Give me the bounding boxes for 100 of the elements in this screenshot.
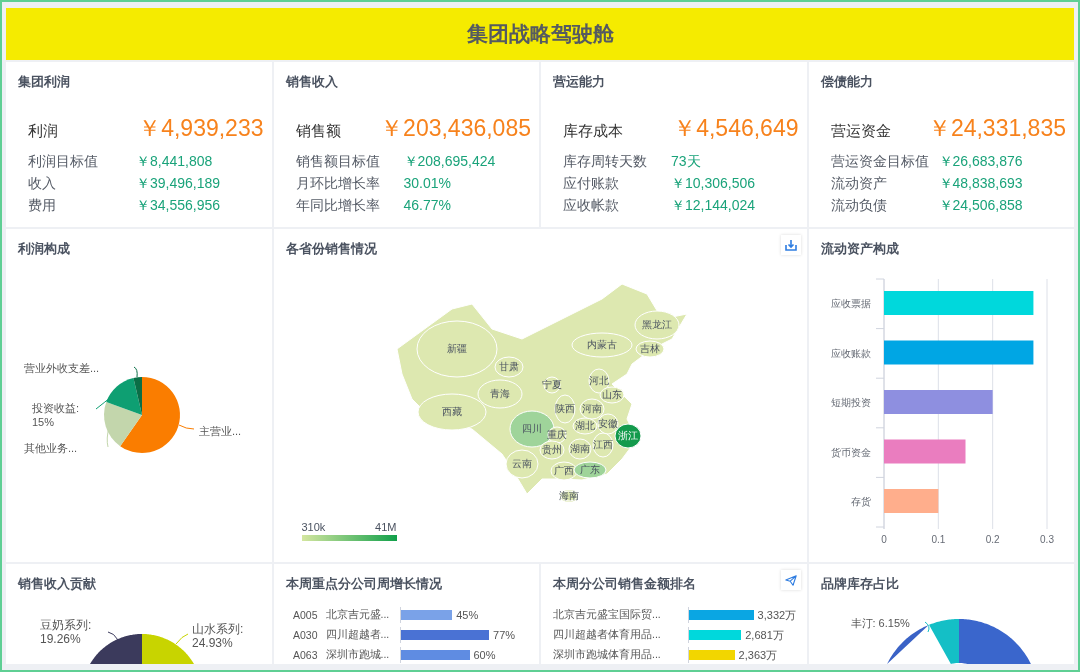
card-title: 销售收入 — [284, 74, 338, 91]
branch-name: 北京吉元盛... — [325, 608, 391, 622]
kpi-value: ￥4,939,233 — [138, 114, 264, 143]
branch-name: 四川超越者... — [325, 628, 391, 642]
metric-value: 73天 — [671, 152, 701, 171]
metric-label: 应付账款 — [563, 174, 620, 193]
axis-label: 货币资金 — [830, 446, 871, 458]
province-label: 四川 — [521, 422, 542, 436]
card-title: 本周重点分公司周增长情况 — [284, 576, 442, 593]
province-label: 江西 — [592, 438, 613, 452]
province-label: 黑龙江 — [641, 318, 672, 332]
province-label: 山东 — [601, 388, 622, 402]
card-title: 偿债能力 — [819, 74, 873, 91]
metric-value: ￥10,306,506 — [671, 174, 756, 193]
metric-label: 利润目标值 — [28, 152, 99, 171]
metric-label: 库存周转天数 — [563, 152, 648, 171]
branch-code: A063 — [291, 649, 319, 661]
branch-name: 深圳市跑城... — [325, 648, 391, 662]
axis-label: 存货 — [850, 496, 871, 507]
axis-label: 短期投资 — [830, 397, 871, 408]
card-title: 各省份销售情况 — [284, 241, 377, 258]
metric-value: ￥8,441,808 — [136, 152, 213, 171]
province-label: 云南 — [511, 457, 532, 471]
pie-label: 豆奶系列: 19.26% — [40, 618, 93, 646]
metric-label: 费用 — [28, 196, 57, 215]
tick-label: 0 — [880, 534, 887, 545]
card-title: 销售收入贡献 — [16, 576, 96, 593]
province-label: 安徽 — [597, 417, 618, 431]
metric-value: ￥34,556,956 — [136, 196, 221, 215]
metric-value: ￥39,496,189 — [136, 174, 221, 193]
card-title: 营运能力 — [552, 74, 605, 91]
tick-label: 0.1 — [930, 534, 945, 545]
branch-code: A030 — [291, 629, 319, 641]
province-label: 陕西 — [554, 402, 575, 416]
metric-value: 46.77% — [403, 196, 451, 215]
province-label: 甘肃 — [498, 360, 519, 374]
value-label: 60% — [473, 649, 496, 661]
province-label: 广东 — [579, 463, 600, 477]
province-label: 青海 — [489, 387, 510, 401]
metric-label: 应收帐款 — [563, 196, 620, 215]
axis-label: 应收账款 — [830, 347, 871, 359]
metric-value: ￥208,695,424 — [403, 152, 496, 171]
metric-value: 30.01% — [403, 174, 451, 193]
value-label: 45% — [456, 609, 479, 621]
card-title: 品牌库存占比 — [819, 576, 899, 593]
send-icon — [784, 574, 797, 586]
province-label: 湖北 — [574, 419, 595, 433]
metric-label: 收入 — [28, 174, 57, 193]
value-label: 3,332万 — [757, 607, 797, 623]
legend-max-label: 41M — [375, 521, 397, 533]
pie-label: 营业外收支差... — [24, 361, 100, 375]
leader-line — [107, 631, 119, 641]
pie-label: 主营业... — [199, 424, 242, 438]
value-label: 2,363万 — [738, 647, 778, 663]
pie-label: 其他业务... — [24, 441, 78, 455]
branch-name: 深圳市跑城体育用品... — [552, 648, 662, 662]
card-title: 本周分公司销售金额排名 — [552, 576, 696, 593]
legend-min-label: 310k — [301, 521, 326, 533]
metric-label: 流动资产 — [830, 174, 888, 193]
download-icon — [784, 239, 797, 251]
kpi-label: 利润 — [28, 122, 58, 141]
metric-label: 营运资金目标值 — [830, 152, 930, 171]
province-label: 湖南 — [569, 442, 590, 456]
metric-value: ￥26,683,876 — [938, 152, 1023, 171]
branch-name: 四川超越者体育用品... — [552, 628, 662, 642]
pie-label: 山水系列: 24.93% — [192, 622, 245, 650]
kpi-label: 营运资金 — [830, 122, 891, 141]
tick-label: 0.3 — [1039, 534, 1054, 545]
metric-label: 流动负债 — [830, 196, 888, 215]
province-label: 贵州 — [541, 443, 562, 457]
branch-code: A005 — [291, 609, 319, 621]
card-title: 集团利润 — [17, 74, 70, 91]
province-label: 内蒙古 — [586, 338, 617, 352]
metric-label: 月环比增长率 — [295, 174, 381, 193]
province-label: 重庆 — [546, 428, 567, 442]
pie-label: 丰汀: 6.15% — [850, 616, 910, 630]
province-label: 浙江 — [617, 429, 638, 443]
axis-label: 应收票据 — [830, 298, 871, 309]
province-label: 西藏 — [441, 405, 462, 419]
kpi-label: 销售额 — [295, 122, 341, 141]
metric-value: ￥12,144,024 — [671, 196, 756, 215]
kpi-value: ￥4,546,649 — [673, 114, 799, 143]
dashboard-title: 集团战略驾驶舱 — [466, 21, 614, 47]
leader-line — [175, 633, 189, 645]
card-title: 流动资产构成 — [819, 241, 899, 258]
province-label: 河南 — [581, 402, 602, 416]
download-button[interactable] — [780, 235, 801, 255]
province-label: 广西 — [553, 464, 574, 478]
branch-name: 北京吉元盛宝国际贸... — [552, 608, 662, 622]
province-label: 吉林 — [639, 342, 660, 356]
province-label: 宁夏 — [541, 378, 562, 392]
province-label: 海南 — [558, 489, 579, 503]
card-title: 利润构成 — [17, 241, 70, 258]
bar — [883, 489, 938, 513]
metric-label: 销售额目标值 — [295, 152, 381, 171]
metric-label: 年同比增长率 — [295, 196, 381, 215]
province-label: 新疆 — [446, 342, 467, 356]
send-button[interactable] — [780, 570, 801, 590]
province-label: 河北 — [588, 374, 609, 388]
kpi-value: ￥203,436,085 — [380, 114, 531, 143]
